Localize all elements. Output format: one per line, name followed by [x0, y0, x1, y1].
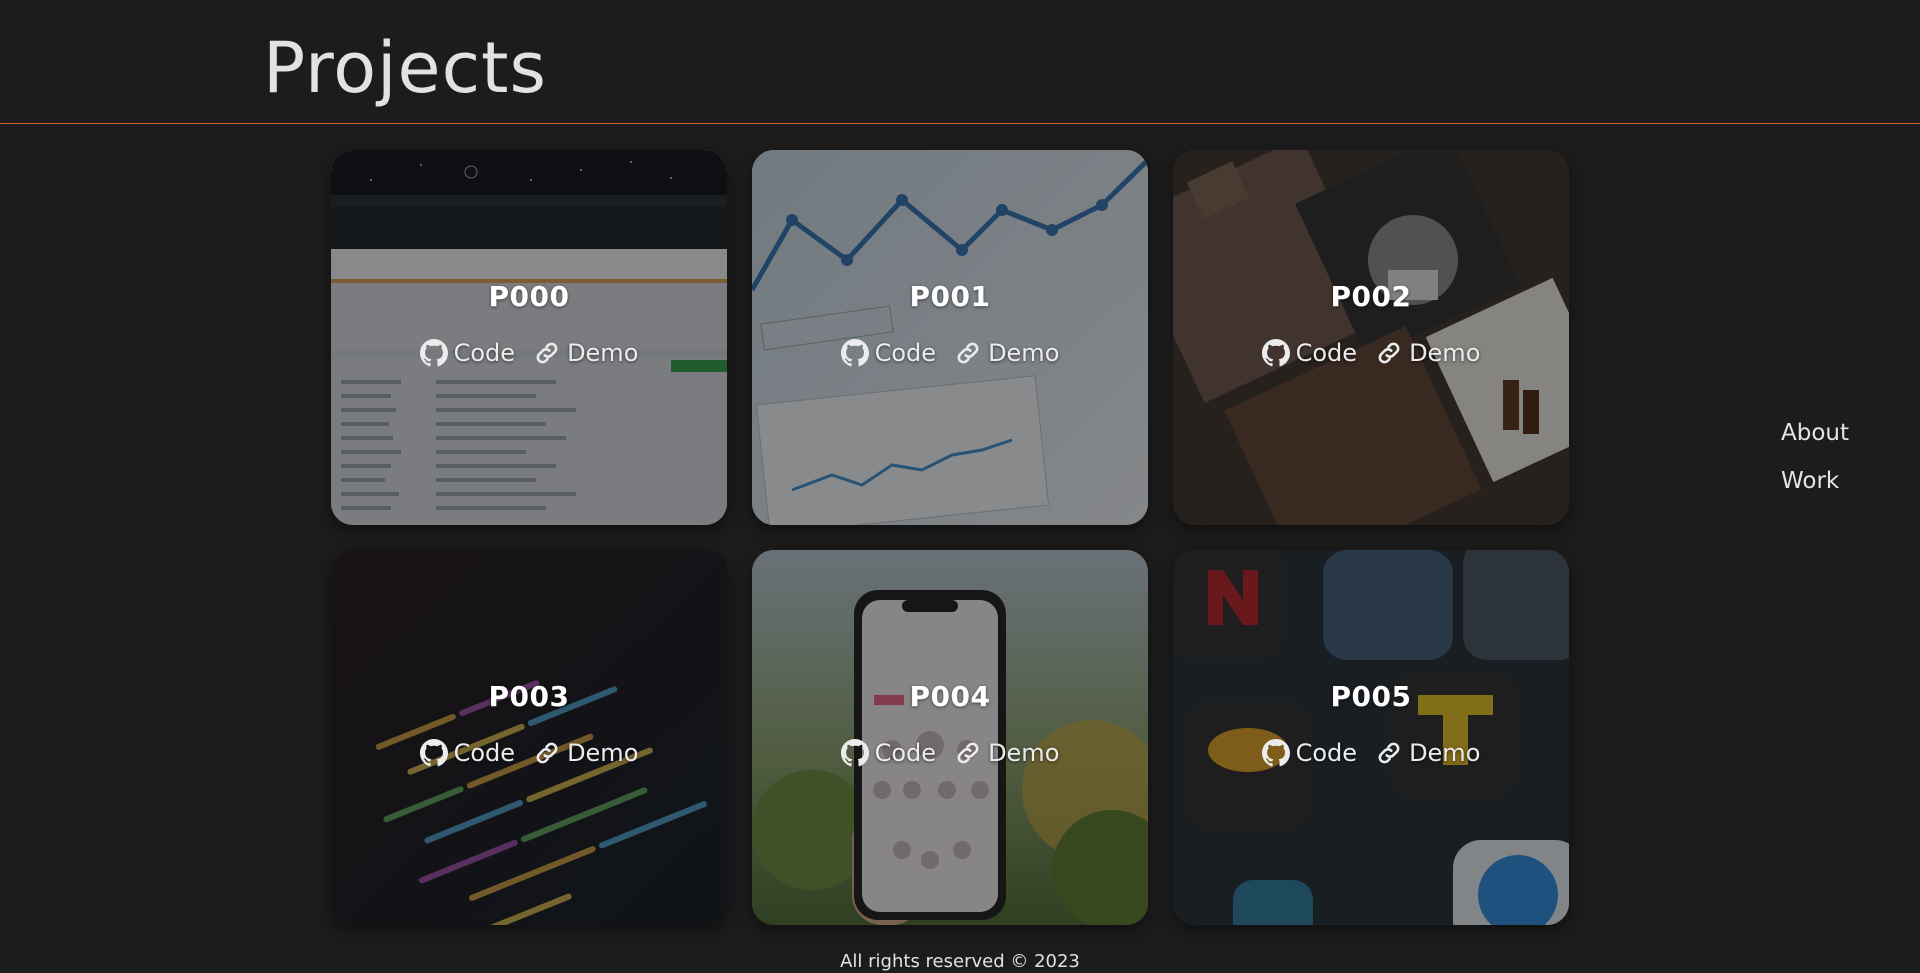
- project-card: P003 Code Demo: [331, 550, 727, 925]
- demo-link[interactable]: Demo: [954, 739, 1059, 767]
- nav-about-link[interactable]: About: [1781, 420, 1849, 446]
- link-icon: [1375, 739, 1403, 767]
- project-title: P005: [1330, 680, 1412, 713]
- project-title: P000: [488, 280, 570, 313]
- code-link[interactable]: Code: [840, 339, 936, 367]
- github-icon: [1261, 739, 1290, 767]
- nav-work-link[interactable]: Work: [1781, 468, 1849, 494]
- project-card-content: P002 Code Demo: [1173, 280, 1569, 367]
- side-nav: About Work: [1781, 420, 1849, 494]
- github-icon: [840, 339, 869, 367]
- code-link[interactable]: Code: [1261, 339, 1357, 367]
- project-card-content: P005 Code Demo: [1173, 680, 1569, 767]
- github-icon: [419, 339, 448, 367]
- project-card: P005 Code Demo: [1173, 550, 1569, 925]
- project-card: P000 Code Demo: [331, 150, 727, 525]
- footer-copyright: All rights reserved © 2023: [840, 951, 1080, 972]
- link-icon: [533, 339, 561, 367]
- link-icon: [954, 339, 982, 367]
- project-title: P003: [488, 680, 570, 713]
- project-title: P001: [909, 280, 991, 313]
- demo-link[interactable]: Demo: [954, 339, 1059, 367]
- project-links: Code Demo: [840, 339, 1059, 367]
- code-link[interactable]: Code: [419, 339, 515, 367]
- code-link[interactable]: Code: [419, 739, 515, 767]
- project-links: Code Demo: [419, 739, 638, 767]
- project-links: Code Demo: [840, 739, 1059, 767]
- project-card: P001 Code Demo: [752, 150, 1148, 525]
- page-header: Projects: [0, 0, 1920, 124]
- github-icon: [1261, 339, 1290, 367]
- project-title: P002: [1330, 280, 1412, 313]
- link-icon: [954, 739, 982, 767]
- project-card-content: P001 Code Demo: [752, 280, 1148, 367]
- project-links: Code Demo: [1261, 339, 1480, 367]
- projects-grid: P000 Code Demo P001 Code Demo P002 Code …: [331, 150, 1569, 925]
- demo-link[interactable]: Demo: [1375, 739, 1480, 767]
- project-links: Code Demo: [1261, 739, 1480, 767]
- demo-link[interactable]: Demo: [1375, 339, 1480, 367]
- page-title: Projects: [263, 27, 547, 109]
- link-icon: [1375, 339, 1403, 367]
- project-title: P004: [909, 680, 991, 713]
- project-card-content: P003 Code Demo: [331, 680, 727, 767]
- github-icon: [419, 739, 448, 767]
- demo-link[interactable]: Demo: [533, 739, 638, 767]
- link-icon: [533, 739, 561, 767]
- github-icon: [840, 739, 869, 767]
- project-links: Code Demo: [419, 339, 638, 367]
- demo-link[interactable]: Demo: [533, 339, 638, 367]
- code-link[interactable]: Code: [840, 739, 936, 767]
- project-card: P004 Code Demo: [752, 550, 1148, 925]
- code-link[interactable]: Code: [1261, 739, 1357, 767]
- project-card-content: P000 Code Demo: [331, 280, 727, 367]
- project-card: P002 Code Demo: [1173, 150, 1569, 525]
- project-card-content: P004 Code Demo: [752, 680, 1148, 767]
